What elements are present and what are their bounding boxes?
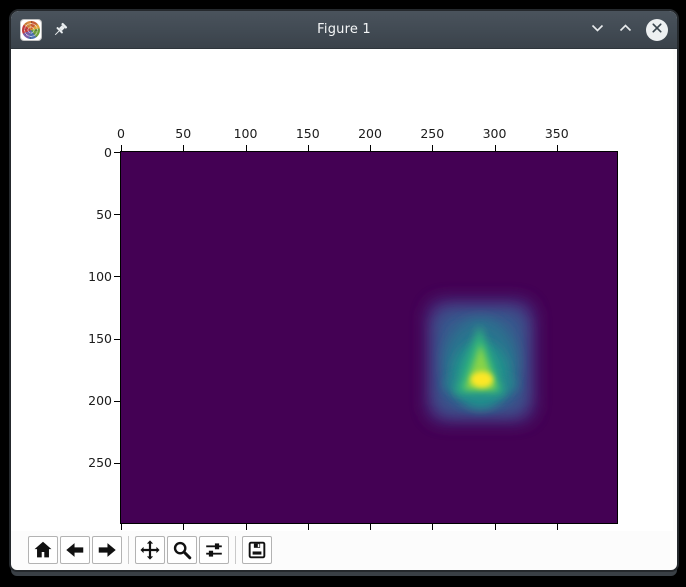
y-tick-mark [114,462,120,464]
x-tick-mark-bottom [494,524,496,530]
y-tick-mark [114,152,120,153]
x-tick-mark-bottom [432,524,434,530]
maximize-button[interactable] [618,22,633,37]
magnifier-icon [171,539,193,561]
toolbar-separator [128,536,129,564]
chevron-down-icon [590,22,605,37]
toolbar-forward-button[interactable] [92,536,122,564]
x-tick-mark-top [556,145,558,151]
x-tick-label: 250 [420,126,445,141]
arrow-right-icon [96,539,118,561]
toolbar-back-button[interactable] [60,536,90,564]
y-tick-label: 200 [88,393,112,409]
y-tick-mark [114,338,120,340]
x-tick-label: 200 [358,126,382,141]
close-x-icon [646,17,668,42]
matplotlib-logo-icon[interactable] [20,18,42,41]
y-tick-mark [114,276,120,278]
x-tick-mark-top [494,145,496,151]
y-tick-label: 150 [88,331,112,346]
heatmap-hotspot [426,299,536,423]
toolbar-home-button[interactable] [28,536,58,564]
toolbar-separator [235,536,236,564]
x-tick-mark-top [121,145,122,151]
y-tick-label: 250 [88,455,112,471]
window-titlebar[interactable]: Figure 1 [11,11,677,49]
x-tick-label: 150 [295,126,320,141]
y-tick-mark [114,214,120,216]
x-tick-mark-bottom [307,524,309,530]
y-tick-label: 100 [88,268,112,284]
x-tick-mark-top [183,145,185,151]
toolbar-zoom-button[interactable] [167,536,197,564]
navigation-toolbar [28,536,272,564]
minimize-button[interactable] [590,22,605,37]
window-title: Figure 1 [317,22,371,37]
matplotlib-pie-glyph [22,20,40,39]
x-tick-mark-bottom [245,524,247,530]
home-icon [32,539,54,561]
x-tick-mark-top [245,145,247,151]
x-tick-mark-top [307,145,309,151]
x-tick-label: 100 [233,126,258,141]
arrow-left-icon [64,539,86,561]
window-controls [590,17,668,42]
floppy-disk-icon [246,539,268,561]
sliders-icon [203,539,225,561]
chevron-up-icon [618,22,633,37]
x-tick-mark-bottom [556,524,558,530]
pin-icon[interactable] [52,22,68,38]
y-tick-label: 50 [96,206,112,222]
y-tick-mark [114,400,120,402]
x-tick-label: 50 [175,126,192,141]
toolbar-save-button[interactable] [242,536,272,564]
move-icon [139,539,161,561]
x-tick-label: 350 [544,126,569,141]
x-tick-mark-bottom [370,524,371,530]
x-tick-mark-top [432,145,434,151]
desktop-background: Figure 1 0 50 100 150 200 250 300 350 0 … [0,0,686,587]
figure-window: Figure 1 0 50 100 150 200 250 300 350 0 … [9,9,679,572]
y-tick-label: 0 [104,144,112,160]
x-tick-mark-bottom [121,524,122,530]
x-tick-mark-bottom [183,524,185,530]
x-tick-mark-top [370,145,371,151]
heatmap-image[interactable]: 0 50 100 150 200 250 300 350 0 50 100 150 200 250 [88,126,618,530]
toolbar-subplots-button[interactable] [199,536,229,564]
x-tick-label: 300 [482,126,507,141]
toolbar-pan-button[interactable] [135,536,165,564]
close-button[interactable] [646,17,668,42]
x-tick-label: 0 [117,126,125,141]
figure-canvas[interactable]: 0 50 100 150 200 250 300 350 0 50 100 150 200 250 [11,49,673,531]
